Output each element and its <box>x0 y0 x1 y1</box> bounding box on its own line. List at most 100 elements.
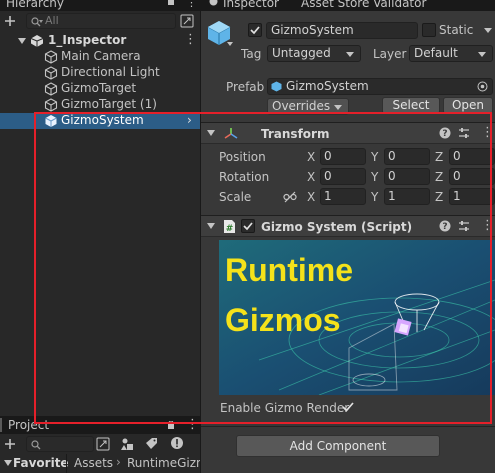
axis-z-label[interactable]: Z <box>435 190 443 204</box>
chevron-down-icon <box>334 105 342 110</box>
icon-dropdown-icon[interactable] <box>227 42 233 46</box>
search-placeholder: All <box>45 14 59 27</box>
prefab-label: Prefab <box>226 80 265 94</box>
scale-y-field[interactable]: 1 <box>384 188 430 205</box>
scene-row[interactable]: 1_Inspector ⋮ <box>0 32 200 49</box>
more-icon[interactable]: ⋮ <box>186 0 197 9</box>
help-icon[interactable]: ? <box>439 220 451 232</box>
hierarchy-item-directional-light[interactable]: Directional Light <box>0 65 200 81</box>
axis-y-label[interactable]: Y <box>371 170 378 184</box>
inspector-tab[interactable]: Inspector <box>223 0 279 10</box>
add-icon[interactable] <box>4 438 16 450</box>
active-checkbox[interactable] <box>248 23 262 37</box>
info-icon <box>209 0 218 6</box>
scale-z-field[interactable]: 1 <box>449 188 495 205</box>
rotation-y-field[interactable]: 0 <box>384 168 430 185</box>
rotation-z-field[interactable]: 0 <box>449 168 495 185</box>
presets-icon[interactable] <box>458 127 470 139</box>
open-button[interactable]: Open <box>443 97 493 114</box>
tag-dropdown[interactable]: Untagged <box>267 45 361 62</box>
rotation-x-field[interactable]: 0 <box>320 168 366 185</box>
position-y-field[interactable]: 0 <box>384 148 430 165</box>
expand-arrow-icon[interactable] <box>207 130 215 136</box>
constrain-proportions-icon[interactable] <box>283 191 297 203</box>
asset-store-validator-tab[interactable]: Asset Store Validator <box>301 0 426 10</box>
search-dropdown-icon <box>39 20 43 23</box>
hierarchy-search-input[interactable]: All <box>26 13 176 29</box>
prefab-value: GizmoSystem <box>286 79 369 93</box>
gameobject-icon <box>44 82 58 96</box>
axis-x-label[interactable]: X <box>307 170 315 184</box>
static-checkbox[interactable] <box>422 23 436 37</box>
position-z-field[interactable]: 0 <box>449 148 495 165</box>
separator <box>201 426 495 427</box>
add-component-button[interactable]: Add Component <box>236 435 440 457</box>
gameobject-icon <box>44 98 58 112</box>
object-name-field[interactable]: GizmoSystem <box>266 22 418 39</box>
breadcrumb-folder[interactable]: RuntimeGizn <box>127 456 204 470</box>
hierarchy-tab[interactable]: Hierarchy <box>6 0 64 10</box>
position-x-field[interactable]: 0 <box>320 148 366 165</box>
warning-icon[interactable] <box>170 436 184 450</box>
enable-gizmo-render-checkbox[interactable] <box>341 400 355 414</box>
hierarchy-item-main-camera[interactable]: Main Camera <box>0 49 200 65</box>
add-icon[interactable] <box>4 15 16 27</box>
axis-x-label[interactable]: X <box>307 190 315 204</box>
enable-gizmo-render-label: Enable Gizmo Render <box>220 401 350 415</box>
expand-arrow-icon[interactable] <box>207 223 215 229</box>
label-filter-icon[interactable] <box>144 437 158 451</box>
script-enabled-checkbox[interactable] <box>241 219 255 233</box>
scale-x-field[interactable]: 1 <box>320 188 366 205</box>
axis-z-label[interactable]: Z <box>435 150 443 164</box>
overrides-label: Overrides <box>272 99 331 113</box>
check-icon <box>342 402 354 412</box>
type-filter-icon[interactable] <box>120 437 134 451</box>
prefab-field[interactable]: GizmoSystem <box>267 78 493 95</box>
filter-icon[interactable] <box>180 14 194 28</box>
gameobject-icon <box>44 66 58 80</box>
project-search-input[interactable] <box>26 436 94 452</box>
project-tabbar: Project ⋮ <box>0 416 200 434</box>
component-more-icon[interactable]: ⋮ <box>481 125 494 140</box>
svg-text:?: ? <box>442 222 447 232</box>
object-picker-icon[interactable] <box>477 81 488 92</box>
expand-arrow-icon[interactable] <box>4 460 12 466</box>
layer-label: Layer <box>373 47 407 61</box>
breadcrumb-assets[interactable]: Assets <box>74 456 113 470</box>
hierarchy-item-gizmotarget[interactable]: GizmoTarget <box>0 81 200 97</box>
overrides-dropdown[interactable]: Overrides <box>267 98 349 115</box>
help-icon[interactable]: ? <box>439 127 451 139</box>
banner-line-1: Runtime <box>225 252 353 288</box>
component-more-icon[interactable]: ⋮ <box>481 218 494 233</box>
axis-y-label[interactable]: Y <box>371 150 378 164</box>
hierarchy-item-gizmosystem[interactable]: GizmoSystem › <box>0 113 200 129</box>
check-icon <box>250 26 260 35</box>
axis-y-label[interactable]: Y <box>371 190 378 204</box>
position-label: Position <box>219 150 266 164</box>
chevron-right-icon[interactable]: › <box>187 113 192 127</box>
more-icon[interactable]: ⋮ <box>186 417 199 432</box>
banner-line-2: Gizmos <box>225 302 341 338</box>
presets-icon[interactable] <box>458 220 470 232</box>
check-icon <box>243 222 253 231</box>
lock-icon[interactable] <box>167 0 175 5</box>
axis-x-label[interactable]: X <box>307 150 315 164</box>
lock-icon[interactable] <box>167 421 175 429</box>
layer-dropdown[interactable]: Default <box>409 45 493 62</box>
project-toolbar <box>0 434 200 454</box>
static-dropdown-icon[interactable] <box>484 28 492 33</box>
transform-header[interactable]: Transform ? ⋮ <box>201 122 495 144</box>
project-tab[interactable]: Project <box>8 418 49 432</box>
filter-icon[interactable] <box>96 437 110 451</box>
search-icon <box>31 440 41 450</box>
tab-divider <box>0 418 2 432</box>
select-button[interactable]: Select <box>382 97 440 114</box>
inspector-tabbar: Inspector Asset Store Validator <box>201 0 495 11</box>
expand-arrow-icon[interactable] <box>18 38 26 44</box>
scene-more-icon[interactable]: ⋮ <box>184 32 197 47</box>
axis-z-label[interactable]: Z <box>435 170 443 184</box>
hierarchy-item-gizmotarget-1[interactable]: GizmoTarget (1) <box>0 97 200 113</box>
script-component-header[interactable]: # Gizmo System (Script) ? ⋮ <box>201 215 495 237</box>
hierarchy-item-label: Directional Light <box>61 65 160 79</box>
favorites-label[interactable]: Favorite <box>13 456 69 470</box>
